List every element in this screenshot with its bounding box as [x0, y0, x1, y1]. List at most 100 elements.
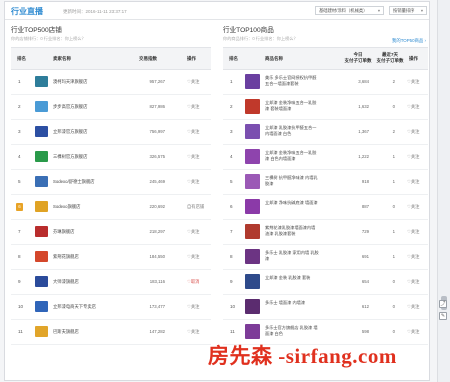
- vertical-scrollbar[interactable]: [437, 0, 450, 382]
- shops-panel: 行业TOP500店铺 你的店铺排行：0 行业排名：你上榜么？ 排名 卖家名称 交…: [11, 24, 211, 345]
- week-orders: 0: [392, 304, 395, 309]
- follow-button[interactable]: ♡关注: [187, 129, 199, 135]
- chevron-down-icon: ▾: [420, 8, 423, 13]
- product-thumbnail[interactable]: [245, 199, 260, 214]
- main-frame: 行业直播 更新时间：2016-11-11 23:37:17 基础建材/涂料（机械…: [4, 1, 430, 381]
- edit-icon[interactable]: ✎: [439, 312, 447, 320]
- shop-name[interactable]: 三棵树官方旗舰店: [53, 154, 87, 160]
- shop-name[interactable]: Sodexo/舒德士旗舰店: [53, 179, 95, 185]
- follow-button[interactable]: ♡关注: [407, 329, 419, 335]
- product-thumbnail[interactable]: [245, 224, 260, 239]
- product-thumbnail[interactable]: [245, 99, 260, 114]
- shops-subtitle: 你的店铺排行：0 行业排名：你上榜么？: [11, 36, 86, 41]
- col-action: 操作: [409, 56, 418, 61]
- product-name[interactable]: 三棵树 抗甲醛净味漆 内墙乳胶漆: [265, 175, 319, 187]
- rank-number: 1: [18, 79, 21, 84]
- shop-name[interactable]: 立邦漆电商天下专卖店: [53, 304, 96, 310]
- share-icon[interactable]: ⤴: [439, 300, 447, 308]
- shop-name[interactable]: 芬琳旗舰店: [53, 229, 74, 235]
- table-row: 3 立邦漆 乳胶漆抗甲醛五合一内墙面漆 白色 1,367 2 ♡关注: [223, 120, 428, 145]
- table-row: 8 多乐士 乳胶漆 家用内墙 乳胶漆 691 1 ♡关注: [223, 245, 428, 270]
- today-orders: 3,684: [358, 79, 369, 84]
- product-name[interactable]: 美乐 多乐士官网授权抗甲醛五合一墙面漆套装: [265, 75, 319, 87]
- table-row: 2 立邦漆 金装净味五合一乳胶漆 套装墙面漆 1,632 0 ♡关注: [223, 95, 428, 120]
- today-orders: 1,222: [358, 154, 369, 159]
- follow-button[interactable]: ♡取消: [187, 279, 199, 285]
- week-orders: 1: [392, 179, 395, 184]
- week-orders: 2: [392, 129, 395, 134]
- table-row: 6 Sodexo旗舰店 220,692 自有店铺: [11, 195, 211, 220]
- shop-name[interactable]: 大师漆旗舰店: [53, 279, 79, 285]
- follow-button[interactable]: ♡关注: [187, 79, 199, 85]
- rank-number: 3: [230, 129, 233, 134]
- product-name[interactable]: 多乐士 乳胶漆 家用内墙 乳胶漆: [265, 250, 319, 262]
- table-row: 9 立邦漆 金装 乳胶漆 套装 654 0 ♡关注: [223, 270, 428, 295]
- products-table-body: 1 美乐 多乐士官网授权抗甲醛五合一墙面漆套装 3,684 2 ♡关注 2 立邦漆 金装净味…: [223, 70, 428, 345]
- follow-button[interactable]: ♡关注: [407, 154, 419, 160]
- product-thumbnail[interactable]: [245, 299, 260, 314]
- watermark-text: 房先森 -sirfang.com: [208, 344, 397, 368]
- col-week-orders: 最近7天 支付子订单数: [376, 52, 404, 63]
- rank-number: 5: [18, 179, 21, 184]
- product-thumbnail[interactable]: [245, 124, 260, 139]
- product-name[interactable]: 立邦漆 金装 乳胶漆 套装: [265, 275, 319, 281]
- product-name[interactable]: 多乐士 墙面漆 内墙漆: [265, 300, 319, 306]
- rank-number: 11: [230, 329, 235, 334]
- follow-button[interactable]: ♡关注: [407, 254, 419, 260]
- shop-name[interactable]: 立邦漆官方旗舰店: [53, 129, 87, 135]
- product-name[interactable]: 紫荆花漆乳胶漆墙面漆内墙油漆 乳胶漆套装: [265, 225, 319, 237]
- shop-logo: [35, 326, 48, 337]
- follow-button[interactable]: ♡关注: [407, 129, 419, 135]
- week-orders: 1: [392, 254, 395, 259]
- table-row: 11 巴斯夫旗舰店 147,282 ♡关注: [11, 320, 211, 345]
- follow-button[interactable]: ♡关注: [187, 179, 199, 185]
- product-name[interactable]: 立邦漆 净味抗碱底漆 墙面漆: [265, 200, 319, 206]
- product-thumbnail[interactable]: [245, 149, 260, 164]
- follow-button[interactable]: ♡关注: [407, 204, 419, 210]
- follow-button[interactable]: ♡关注: [407, 179, 419, 185]
- follow-button[interactable]: ♡关注: [407, 229, 419, 235]
- sort-select[interactable]: 按销量排序 ▾: [389, 6, 427, 15]
- follow-button[interactable]: ♡关注: [187, 104, 199, 110]
- follow-button[interactable]: 自有店铺: [187, 204, 204, 210]
- shop-logo: [35, 151, 48, 162]
- col-action: 操作: [187, 56, 196, 61]
- follow-button[interactable]: ♡关注: [407, 104, 419, 110]
- shop-name[interactable]: 巴斯夫旗舰店: [53, 329, 79, 335]
- rank-number: 4: [230, 154, 233, 159]
- rank-number: 7: [18, 229, 21, 234]
- product-thumbnail[interactable]: [245, 249, 260, 264]
- shop-name[interactable]: 步步高官方旗舰店: [53, 104, 87, 110]
- product-name[interactable]: 多乐士官方旗舰店 乳胶漆 墙面漆 白色: [265, 325, 319, 337]
- my-top50-link[interactable]: 我的TOP50商品 ›: [392, 38, 426, 44]
- sales-index: 756,997: [149, 129, 165, 134]
- top-header: 行业直播 更新时间：2016-11-11 23:37:17 基础建材/涂料（机械…: [5, 2, 429, 20]
- product-thumbnail[interactable]: [245, 274, 260, 289]
- sales-index: 220,692: [149, 204, 165, 209]
- products-panel: 行业TOP100商品 你的商品排行：0 行业排名：你上榜么？ 我的TOP50商品…: [223, 24, 428, 345]
- rank-number: 2: [230, 104, 233, 109]
- product-name[interactable]: 立邦漆 金装净味五合一乳胶漆 套装墙面漆: [265, 100, 319, 112]
- sales-index: 184,550: [149, 254, 165, 259]
- rank-number: 1: [230, 79, 233, 84]
- product-thumbnail[interactable]: [245, 74, 260, 89]
- product-name[interactable]: 立邦漆 金装净味五合一乳胶漆 白色内墙面漆: [265, 150, 319, 162]
- follow-button[interactable]: ♡关注: [187, 329, 199, 335]
- shop-name[interactable]: 澳柯玛天津旗舰店: [53, 79, 87, 85]
- follow-button[interactable]: ♡关注: [407, 279, 419, 285]
- shop-logo: [35, 101, 48, 112]
- product-thumbnail[interactable]: [245, 174, 260, 189]
- product-thumbnail[interactable]: [245, 324, 260, 339]
- follow-button[interactable]: ♡关注: [187, 304, 199, 310]
- follow-button[interactable]: ♡关注: [187, 229, 199, 235]
- category-select[interactable]: 基础建材/涂料（机械类） ▾: [315, 6, 384, 15]
- shop-name[interactable]: Sodexo旗舰店: [53, 204, 80, 210]
- follow-button[interactable]: ♡关注: [187, 254, 199, 260]
- table-row: 5 三棵树 抗甲醛净味漆 内墙乳胶漆 918 1 ♡关注: [223, 170, 428, 195]
- follow-button[interactable]: ♡关注: [407, 304, 419, 310]
- follow-button[interactable]: ♡关注: [407, 79, 419, 85]
- product-name[interactable]: 立邦漆 乳胶漆抗甲醛五合一内墙面漆 白色: [265, 125, 319, 137]
- chevron-down-icon: ▾: [377, 8, 380, 13]
- shop-name[interactable]: 紫荆花旗舰店: [53, 254, 79, 260]
- follow-button[interactable]: ♡关注: [187, 154, 199, 160]
